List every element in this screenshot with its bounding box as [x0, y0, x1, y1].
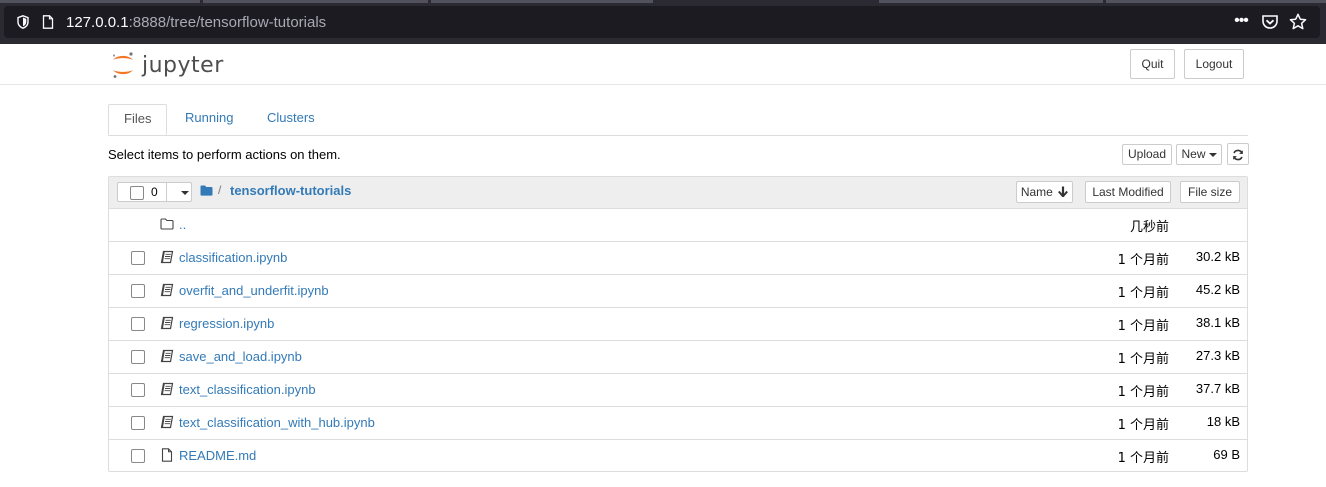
file-modified: 1 个月前: [1117, 451, 1169, 466]
file-name[interactable]: overfit_and_underfit.ipynb: [179, 283, 329, 298]
file-size: 45.2 kB: [1195, 282, 1240, 297]
file-modified: 1 个月前: [1117, 319, 1169, 334]
sort-by-modified-button[interactable]: Last Modified: [1085, 181, 1171, 203]
divider: [166, 182, 167, 202]
folder-open-icon: [160, 218, 174, 230]
file-name[interactable]: text_classification_with_hub.ipynb: [179, 415, 375, 430]
file-icon: [161, 448, 173, 462]
file-size: 27.3 kB: [1195, 348, 1240, 363]
list-item-parent[interactable]: .. 几秒前: [109, 209, 1247, 242]
sort-by-name-button[interactable]: Name: [1016, 181, 1073, 203]
sort-name-label: Name: [1020, 185, 1053, 199]
list-item[interactable]: overfit_and_underfit.ipynb 1 个月前 45.2 kB: [109, 275, 1247, 308]
page-icon: [42, 15, 54, 29]
chevron-down-icon: [1208, 152, 1217, 157]
file-name[interactable]: regression.ipynb: [179, 316, 274, 331]
logo-text: jupyter: [142, 52, 224, 78]
tab-clusters[interactable]: Clusters: [252, 104, 330, 135]
address-bar[interactable]: 127.0.0.1:8888/tree/tensorflow-tutorials…: [4, 6, 1320, 38]
row-checkbox[interactable]: [131, 383, 145, 397]
sort-by-size-button[interactable]: File size: [1180, 181, 1240, 203]
browser-toolbar: 127.0.0.1:8888/tree/tensorflow-tutorials…: [0, 0, 1326, 44]
row-checkbox[interactable]: [131, 350, 145, 364]
select-all-dropdown[interactable]: 0: [117, 182, 192, 202]
refresh-icon: [1233, 149, 1243, 161]
folder-icon[interactable]: [200, 185, 213, 196]
file-modified: 1 个月前: [1117, 286, 1169, 301]
jupyter-logo-icon: [112, 52, 133, 78]
row-checkbox[interactable]: [131, 317, 145, 331]
list-item[interactable]: save_and_load.ipynb 1 个月前 27.3 kB: [109, 341, 1247, 374]
row-checkbox[interactable]: [131, 284, 145, 298]
tab-files[interactable]: Files: [108, 104, 167, 135]
file-name[interactable]: text_classification.ipynb: [179, 382, 316, 397]
jupyter-header: jupyter: [0, 44, 1326, 85]
file-name[interactable]: README.md: [179, 448, 256, 463]
file-size: 69 B: [1213, 447, 1240, 462]
notebook-icon: [160, 415, 174, 429]
file-name[interactable]: save_and_load.ipynb: [179, 349, 302, 364]
breadcrumb-current-dir[interactable]: tensorflow-tutorials: [230, 183, 351, 198]
notebook-icon: [160, 250, 174, 264]
refresh-button[interactable]: [1227, 143, 1249, 165]
select-all-checkbox[interactable]: [130, 186, 144, 200]
more-icon[interactable]: •••: [1231, 12, 1251, 32]
jupyter-logo[interactable]: jupyter: [111, 51, 224, 79]
file-list: 0 / tensorflow-tutorials Name Last Modif…: [108, 176, 1248, 472]
file-size: 37.7 kB: [1195, 381, 1240, 396]
arrow-down-icon: [1058, 186, 1069, 198]
quit-button[interactable]: Quit: [1130, 49, 1175, 79]
logout-button[interactable]: Logout: [1184, 49, 1244, 79]
notebook-icon: [160, 283, 174, 297]
row-checkbox[interactable]: [131, 251, 145, 265]
bookmark-star-icon[interactable]: [1288, 12, 1308, 32]
breadcrumb-separator: /: [218, 183, 222, 197]
file-size: 38.1 kB: [1195, 315, 1240, 330]
url-text[interactable]: 127.0.0.1:8888/tree/tensorflow-tutorials: [66, 14, 326, 31]
row-checkbox[interactable]: [131, 449, 145, 463]
list-item[interactable]: README.md 1 个月前 69 B: [109, 440, 1247, 472]
list-item[interactable]: classification.ipynb 1 个月前 30.2 kB: [109, 242, 1247, 275]
helper-text: Select items to perform actions on them.: [108, 147, 341, 162]
file-name[interactable]: ..: [179, 217, 186, 232]
main-tabs: Files Running Clusters: [108, 104, 1248, 136]
file-modified: 几秒前: [1129, 220, 1169, 235]
notebook-icon: [160, 349, 174, 363]
shield-icon[interactable]: [17, 15, 29, 29]
new-button[interactable]: New: [1176, 144, 1222, 165]
upload-button[interactable]: Upload: [1122, 144, 1172, 165]
tab-strip: [0, 0, 1326, 3]
list-item[interactable]: text_classification.ipynb 1 个月前 37.7 kB: [109, 374, 1247, 407]
file-modified: 1 个月前: [1117, 418, 1169, 433]
new-button-label: New: [1181, 147, 1206, 161]
file-size: 18 kB: [1206, 414, 1240, 429]
file-modified: 1 个月前: [1117, 253, 1169, 268]
notebook-icon: [160, 316, 174, 330]
file-name[interactable]: classification.ipynb: [179, 250, 287, 265]
tab-running[interactable]: Running: [170, 104, 248, 135]
file-modified: 1 个月前: [1117, 385, 1169, 400]
selected-count: 0: [151, 185, 158, 199]
notebook-icon: [160, 382, 174, 396]
file-modified: 1 个月前: [1117, 352, 1169, 367]
row-checkbox[interactable]: [131, 416, 145, 430]
file-size: 30.2 kB: [1195, 249, 1240, 264]
list-item[interactable]: regression.ipynb 1 个月前 38.1 kB: [109, 308, 1247, 341]
pocket-icon[interactable]: [1260, 12, 1280, 32]
list-item[interactable]: text_classification_with_hub.ipynb 1 个月前…: [109, 407, 1247, 440]
chevron-down-icon[interactable]: [181, 191, 189, 195]
file-list-header: 0 / tensorflow-tutorials Name Last Modif…: [109, 177, 1247, 209]
